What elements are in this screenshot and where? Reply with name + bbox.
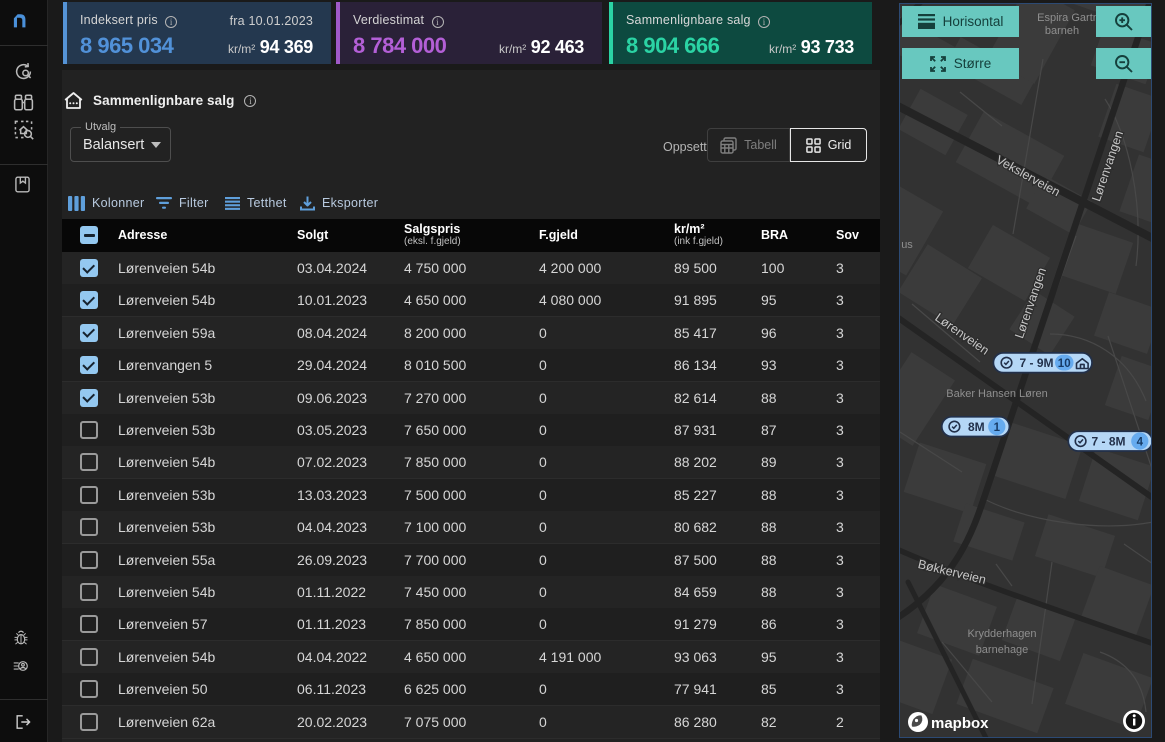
svg-text:barneh: barneh bbox=[1045, 25, 1079, 37]
svg-text:7 - 8M: 7 - 8M bbox=[1092, 434, 1126, 448]
svg-text:4: 4 bbox=[1137, 436, 1144, 448]
svg-text:8M: 8M bbox=[968, 420, 985, 434]
svg-text:1: 1 bbox=[994, 422, 1001, 434]
svg-text:mapbox: mapbox bbox=[931, 715, 989, 732]
svg-text:7 - 9M: 7 - 9M bbox=[1020, 356, 1054, 370]
svg-text:Krydderhagen: Krydderhagen bbox=[967, 628, 1036, 640]
svg-text:10: 10 bbox=[1058, 358, 1071, 370]
svg-text:Espira Gartn: Espira Gartn bbox=[1037, 12, 1099, 24]
svg-text:barnehage: barnehage bbox=[976, 644, 1029, 656]
svg-text:Baker Hansen Løren: Baker Hansen Løren bbox=[946, 388, 1048, 400]
svg-text:us: us bbox=[901, 239, 913, 251]
